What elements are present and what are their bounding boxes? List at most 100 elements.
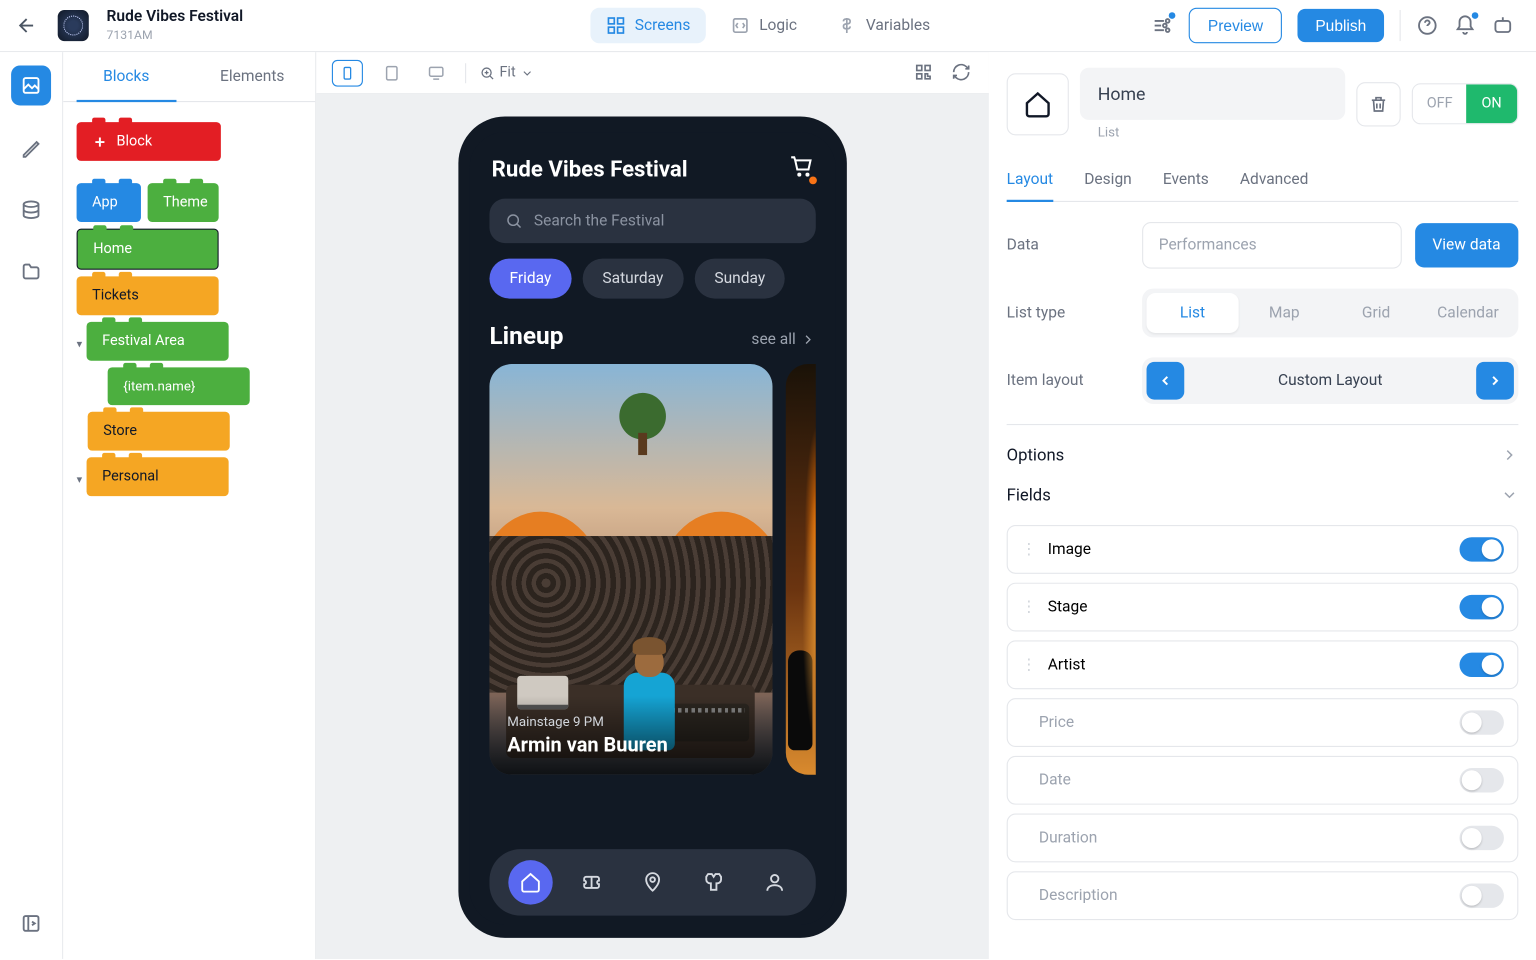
chevron-down-icon [1501, 486, 1519, 504]
tab-blocks[interactable]: Blocks [63, 52, 189, 101]
section-options[interactable]: Options [1007, 424, 1519, 485]
block-festival-area[interactable]: Festival Area [87, 322, 229, 361]
lineup-heading: Lineup [489, 323, 563, 351]
qr-icon[interactable] [913, 62, 935, 84]
preview-button[interactable]: Preview [1189, 8, 1282, 44]
seg-grid[interactable]: Grid [1330, 293, 1422, 333]
field-row-date: Date [1007, 756, 1519, 805]
chip-sunday[interactable]: Sunday [694, 259, 785, 299]
visibility-toggle[interactable]: OFF ON [1412, 83, 1518, 124]
field-toggle[interactable] [1460, 653, 1504, 677]
block-tickets[interactable]: Tickets [77, 276, 219, 315]
tab-variables[interactable]: Variables [821, 8, 945, 44]
layout-next[interactable] [1476, 362, 1514, 400]
tab-screens[interactable]: Screens [590, 8, 705, 44]
field-toggle[interactable] [1460, 883, 1504, 907]
rail-files[interactable] [11, 252, 51, 292]
logic-icon [730, 16, 750, 36]
field-row-description: Description [1007, 871, 1519, 920]
app-title-block: Rude Vibes Festival 7131AM [107, 9, 244, 42]
left-panel: Blocks Elements Block App Theme Home Tic… [63, 52, 316, 959]
topbar: Rude Vibes Festival 7131AM Screens Logic… [0, 0, 1536, 52]
view-data-button[interactable]: View data [1415, 223, 1519, 267]
list-type-segment: List Map Grid Calendar [1142, 289, 1518, 338]
field-toggle[interactable] [1460, 826, 1504, 850]
chip-saturday[interactable]: Saturday [582, 259, 683, 299]
component-name-input[interactable]: Home [1080, 68, 1346, 120]
device-tablet[interactable] [376, 59, 407, 86]
block-item-name[interactable]: {item.name} [108, 367, 250, 405]
rp-tab-events[interactable]: Events [1163, 160, 1209, 201]
rp-tab-advanced[interactable]: Advanced [1240, 160, 1308, 201]
block-theme[interactable]: Theme [148, 183, 219, 222]
nav-store[interactable] [691, 860, 735, 904]
rail-data[interactable] [11, 190, 51, 230]
drag-handle-icon[interactable]: ⋮ [1021, 598, 1037, 616]
drag-handle-icon[interactable]: ⋮ [1021, 541, 1037, 559]
canvas: Fit Rude Vibes Festival Search the Festi… [316, 52, 989, 959]
field-row-image: ⋮Image [1007, 525, 1519, 574]
device-desktop[interactable] [421, 59, 452, 86]
seg-map[interactable]: Map [1238, 293, 1330, 333]
canvas-toolbar: Fit [316, 52, 989, 94]
settings-toggle-icon[interactable] [1151, 14, 1173, 36]
field-row-duration: Duration [1007, 814, 1519, 863]
nav-map[interactable] [630, 860, 674, 904]
lineup-card[interactable]: Mainstage 9 PM Armin van Buuren [489, 364, 772, 775]
cart-icon[interactable] [789, 154, 813, 183]
rp-tab-design[interactable]: Design [1084, 160, 1132, 201]
field-row-price: Price [1007, 698, 1519, 747]
publish-button[interactable]: Publish [1298, 9, 1384, 42]
app-subtitle: 7131AM [107, 28, 244, 41]
rp-tab-layout[interactable]: Layout [1007, 160, 1053, 202]
see-all-link[interactable]: see all [751, 331, 815, 349]
search-input[interactable]: Search the Festival [489, 199, 815, 243]
notifications-icon[interactable] [1454, 14, 1476, 36]
tab-elements[interactable]: Elements [189, 52, 315, 101]
seg-calendar[interactable]: Calendar [1422, 293, 1514, 333]
field-label: Stage [1048, 598, 1088, 616]
nav-tickets[interactable] [570, 860, 614, 904]
field-toggle[interactable] [1460, 768, 1504, 792]
field-label: Price [1039, 714, 1074, 732]
block-home[interactable]: Home [77, 229, 219, 270]
layout-prev[interactable] [1147, 362, 1185, 400]
back-button[interactable] [13, 12, 40, 39]
field-toggle[interactable] [1460, 595, 1504, 619]
refresh-icon[interactable] [951, 62, 973, 84]
nav-profile[interactable] [752, 860, 796, 904]
delete-button[interactable] [1357, 82, 1401, 126]
add-block-button[interactable]: Block [77, 122, 221, 161]
drag-handle-icon[interactable]: ⋮ [1021, 656, 1037, 674]
nav-home[interactable] [509, 860, 553, 904]
field-label: Duration [1039, 829, 1097, 847]
right-panel: Home List OFF ON Layout Design Events Ad… [989, 52, 1536, 959]
main-tabs: Screens Logic Variables [590, 8, 945, 44]
trash-icon [1369, 94, 1389, 114]
tab-logic[interactable]: Logic [715, 8, 813, 44]
rail-screens[interactable] [11, 65, 51, 105]
block-store[interactable]: Store [88, 412, 230, 451]
help-icon[interactable] [1416, 14, 1438, 36]
arrow-left-icon [16, 14, 38, 36]
rail-design[interactable] [11, 128, 51, 168]
chip-friday[interactable]: Friday [489, 259, 571, 299]
field-toggle[interactable] [1460, 710, 1504, 734]
rail-collapse[interactable] [11, 903, 51, 943]
zoom-select[interactable]: Fit [479, 64, 533, 81]
field-row-stage: ⋮ Stage [1007, 583, 1519, 632]
data-select[interactable]: Performances [1142, 222, 1401, 269]
block-app[interactable]: App [77, 183, 141, 222]
seg-list[interactable]: List [1147, 293, 1239, 333]
lineup-card-next[interactable] [785, 364, 815, 775]
section-fields[interactable]: Fields [1007, 485, 1519, 525]
toggle-on[interactable]: ON [1466, 84, 1517, 123]
layout-value[interactable]: Custom Layout [1184, 372, 1476, 390]
card-subtitle: Mainstage 9 PM [507, 714, 754, 730]
field-label: Description [1039, 887, 1118, 905]
device-phone[interactable] [332, 59, 363, 86]
toggle-off[interactable]: OFF [1413, 84, 1466, 123]
field-toggle[interactable] [1460, 537, 1504, 561]
block-personal[interactable]: Personal [87, 457, 229, 496]
assistant-icon[interactable] [1492, 14, 1514, 36]
